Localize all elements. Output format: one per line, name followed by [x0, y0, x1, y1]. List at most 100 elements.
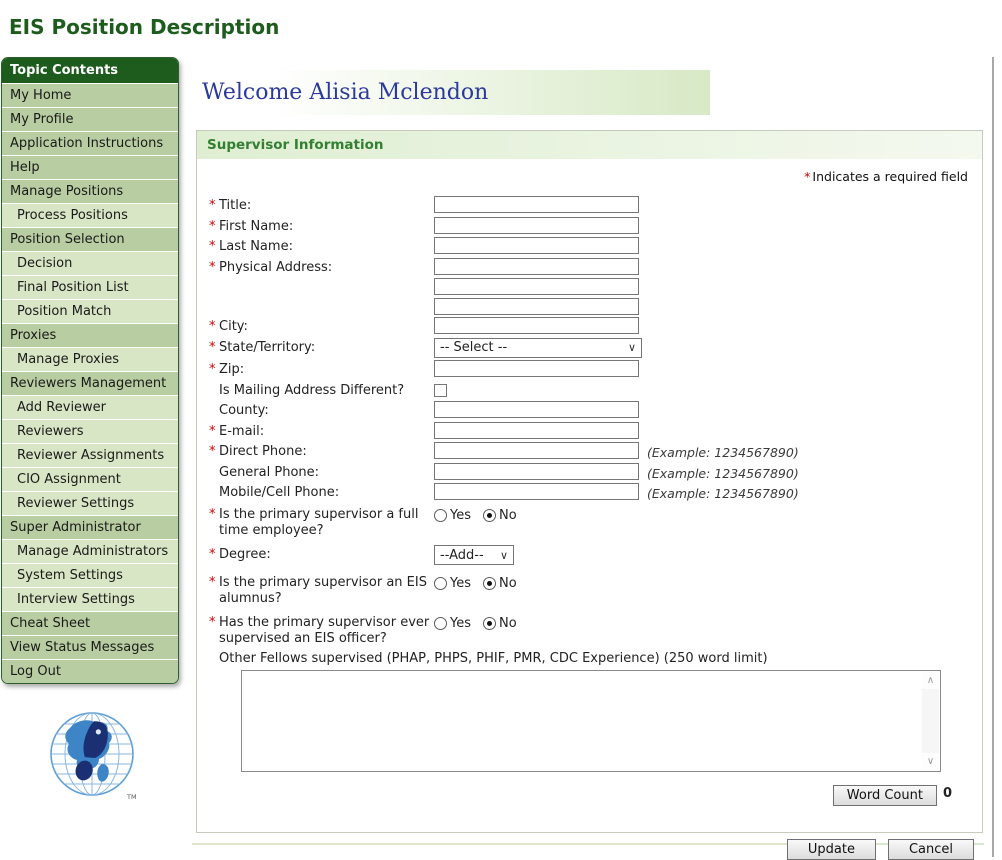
- required-asterisk: *: [209, 219, 219, 235]
- sidebar-item-add-reviewer[interactable]: Add Reviewer: [2, 395, 178, 419]
- sidebar-item-decision[interactable]: Decision: [2, 251, 178, 275]
- title-input[interactable]: [434, 196, 639, 213]
- scroll-down-icon[interactable]: ∨: [922, 753, 939, 770]
- sidebar-item-help[interactable]: Help: [2, 155, 178, 179]
- last-name-input[interactable]: [434, 237, 639, 254]
- sidebar-item-manage-administrators[interactable]: Manage Administrators: [2, 539, 178, 563]
- sidebar-item-label: Reviewers Management: [10, 376, 166, 391]
- required-asterisk: *: [209, 362, 219, 378]
- required-asterisk: *: [209, 340, 219, 356]
- phone-example-hint: (Example: 1234567890): [647, 463, 799, 481]
- sidebar-item-reviewer-settings[interactable]: Reviewer Settings: [2, 491, 178, 515]
- chevron-down-icon: ∨: [628, 342, 636, 353]
- radio-label-no: No: [499, 576, 517, 591]
- globe-icon: TM: [42, 706, 144, 810]
- direct-phone-input[interactable]: [434, 442, 639, 459]
- required-asterisk: *: [209, 615, 219, 647]
- sidebar-item-label: Position Match: [17, 304, 111, 319]
- sidebar-item-reviewer-assignments[interactable]: Reviewer Assignments: [2, 443, 178, 467]
- sidebar-item-my-profile[interactable]: My Profile: [2, 107, 178, 131]
- state-territory-select[interactable]: -- Select -- ∨: [434, 338, 642, 358]
- form-row-alumnus: *Is the primary supervisor an EIS alumnu…: [209, 573, 982, 607]
- full-time-yes-radio[interactable]: [434, 509, 447, 522]
- form-row-full-time: *Is the primary supervisor a full time e…: [209, 505, 982, 539]
- sidebar-item-label: Super Administrator: [10, 520, 141, 535]
- alumnus-radio-group: Yes No: [434, 573, 529, 591]
- sidebar-item-label: Proxies: [10, 328, 56, 343]
- sidebar-item-position-selection[interactable]: Position Selection: [2, 227, 178, 251]
- sidebar-item-cio-assignment[interactable]: CIO Assignment: [2, 467, 178, 491]
- sidebar-item-system-settings[interactable]: System Settings: [2, 563, 178, 587]
- sidebar-item-application-instructions[interactable]: Application Instructions: [2, 131, 178, 155]
- sidebar-item-cheat-sheet[interactable]: Cheat Sheet: [2, 611, 178, 635]
- sidebar-item-label: My Profile: [10, 112, 73, 127]
- field-label: First Name:: [219, 219, 434, 235]
- degree-select[interactable]: --Add-- ∨: [434, 545, 514, 565]
- address-line2-input[interactable]: [434, 278, 639, 295]
- form-row-email: *E-mail:: [209, 422, 982, 440]
- sidebar-item-label: View Status Messages: [10, 640, 154, 655]
- select-value: --Add--: [440, 548, 484, 563]
- sidebar-item-proxies[interactable]: Proxies: [2, 323, 178, 347]
- mailing-different-checkbox[interactable]: [434, 384, 447, 397]
- welcome-text: Welcome Alisia Mclendon: [196, 80, 488, 105]
- form-row-address-line3: [209, 298, 982, 315]
- sidebar-item-manage-proxies[interactable]: Manage Proxies: [2, 347, 178, 371]
- panel-header: Supervisor Information: [197, 131, 982, 159]
- mobile-phone-input[interactable]: [434, 483, 639, 500]
- sidebar-item-reviewers[interactable]: Reviewers: [2, 419, 178, 443]
- word-count-button[interactable]: Word Count: [833, 785, 937, 806]
- required-asterisk: *: [209, 319, 219, 335]
- general-phone-input[interactable]: [434, 463, 639, 480]
- form-row-zip: *Zip:: [209, 360, 982, 378]
- sidebar-item-reviewers-management[interactable]: Reviewers Management: [2, 371, 178, 395]
- sidebar-item-final-position-list[interactable]: Final Position List: [2, 275, 178, 299]
- textarea-scrollbar[interactable]: ∧ ∨: [922, 672, 939, 770]
- word-count-row: Word Count 0: [209, 785, 982, 806]
- sidebar-item-view-status-messages[interactable]: View Status Messages: [2, 635, 178, 659]
- required-asterisk: *: [209, 239, 219, 255]
- sidebar-item-label: Cheat Sheet: [10, 616, 90, 631]
- sidebar-item-label: Log Out: [10, 664, 61, 679]
- city-input[interactable]: [434, 317, 639, 334]
- supervised-officer-no-radio[interactable]: [483, 617, 496, 630]
- sidebar-item-super-administrator[interactable]: Super Administrator: [2, 515, 178, 539]
- sidebar-header: Topic Contents: [2, 58, 178, 83]
- sidebar-item-interview-settings[interactable]: Interview Settings: [2, 587, 178, 611]
- form-area: *Title: *First Name: *Last Name: *Physic…: [197, 184, 982, 860]
- form-row-county: County:: [209, 401, 982, 419]
- alumnus-no-radio[interactable]: [483, 577, 496, 590]
- email-input[interactable]: [434, 422, 639, 439]
- sidebar-item-log-out[interactable]: Log Out: [2, 659, 178, 683]
- full-time-no-radio[interactable]: [483, 509, 496, 522]
- supervised-officer-radio-group: Yes No: [434, 613, 529, 631]
- physical-address-input[interactable]: [434, 258, 639, 275]
- sidebar-item-label: Decision: [17, 256, 72, 271]
- sidebar-item-process-positions[interactable]: Process Positions: [2, 203, 178, 227]
- welcome-banner: Welcome Alisia Mclendon: [196, 70, 710, 115]
- sidebar-item-label: Application Instructions: [10, 136, 163, 151]
- form-row-state: *State/Territory: -- Select -- ∨: [209, 338, 982, 358]
- radio-label-no: No: [499, 508, 517, 523]
- panel-title: Supervisor Information: [207, 137, 384, 153]
- field-label: Zip:: [219, 362, 434, 378]
- sidebar-item-label: Manage Positions: [10, 184, 123, 199]
- alumnus-yes-radio[interactable]: [434, 577, 447, 590]
- scroll-up-icon[interactable]: ∧: [922, 672, 939, 689]
- address-line3-input[interactable]: [434, 298, 639, 315]
- select-value: -- Select --: [440, 340, 507, 355]
- field-label: Is the primary supervisor an EIS alumnus…: [219, 575, 434, 607]
- zip-input[interactable]: [434, 360, 639, 377]
- county-input[interactable]: [434, 401, 639, 418]
- phone-example-hint: (Example: 1234567890): [647, 442, 799, 460]
- form-row-title: *Title:: [209, 196, 982, 214]
- full-time-radio-group: Yes No: [434, 505, 529, 523]
- sidebar-item-my-home[interactable]: My Home: [2, 83, 178, 107]
- sidebar-item-label: Reviewer Settings: [17, 496, 134, 511]
- sidebar-item-manage-positions[interactable]: Manage Positions: [2, 179, 178, 203]
- field-label: Is the primary supervisor a full time em…: [219, 507, 434, 539]
- first-name-input[interactable]: [434, 217, 639, 234]
- sidebar-item-position-match[interactable]: Position Match: [2, 299, 178, 323]
- other-fellows-textarea[interactable]: ∧ ∨: [241, 670, 941, 772]
- supervised-officer-yes-radio[interactable]: [434, 617, 447, 630]
